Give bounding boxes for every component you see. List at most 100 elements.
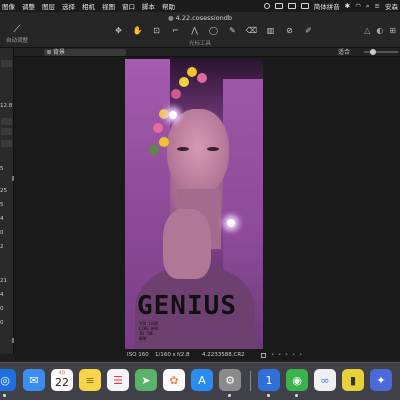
panel-value: 21 xyxy=(0,278,7,284)
dock: ◎ ✉ 4月 22 ≡ ☰ ➤ ✿ A ⚙ 1 ◉ ∞ ▮ ✦ xyxy=(0,362,400,400)
menu-adjust[interactable]: 调整 xyxy=(22,1,35,11)
layer-icon xyxy=(47,50,51,54)
annotate-tool-icon[interactable]: ✐ xyxy=(302,25,315,36)
battery-icon[interactable] xyxy=(287,3,296,9)
layer-select[interactable]: 背景 xyxy=(44,49,126,56)
photo-canvas[interactable]: GENIUS YOU LOOK LIKE WHO IN THE NOW xyxy=(125,59,263,349)
warning-icon[interactable]: △ xyxy=(364,26,370,35)
wechat-app-icon[interactable]: ◉ xyxy=(286,369,308,391)
panel-value: 0 xyxy=(0,306,4,312)
viewer-header: 背景 适合 xyxy=(14,48,400,57)
picker-tool-icon[interactable]: ⊘ xyxy=(283,25,296,36)
panel-value: 0 xyxy=(0,230,4,236)
image-viewer[interactable]: GENIUS YOU LOOK LIKE WHO IN THE NOW xyxy=(14,57,400,354)
feishu-icon[interactable]: ✦ xyxy=(370,369,392,391)
app-1-icon[interactable]: 1 xyxy=(258,369,280,391)
calendar-icon[interactable]: 4月 22 xyxy=(51,369,73,391)
panel-value: 5 xyxy=(0,202,4,208)
panel-value: 2 xyxy=(0,244,4,250)
crop-tool-icon[interactable]: ⊡ xyxy=(150,25,163,36)
mail-icon[interactable]: ✉ xyxy=(23,369,45,391)
keystone-tool-icon[interactable]: ⋀ xyxy=(188,25,201,36)
document-title: 4.22.cosessiondb xyxy=(175,14,233,22)
fit-label[interactable]: 适合 xyxy=(338,49,350,56)
photo-eye-left xyxy=(177,147,189,151)
eraser-tool-icon[interactable]: ⌫ xyxy=(245,25,258,36)
running-indicator xyxy=(295,394,298,397)
photo-light-flare xyxy=(227,219,235,227)
search-icon[interactable]: ⌕ xyxy=(366,2,370,11)
left-tool-panel: 12.8 5 25 5 4 0 2 21 4 0 0 xyxy=(0,48,14,354)
maps-icon[interactable]: ➤ xyxy=(135,369,157,391)
notes-icon[interactable]: ≡ xyxy=(79,369,101,391)
photo-flower xyxy=(159,137,169,147)
spot-removal-icon[interactable]: ◯ xyxy=(207,25,220,36)
move-tool-icon[interactable]: ✥ xyxy=(112,25,125,36)
menu-help[interactable]: 帮助 xyxy=(162,1,175,11)
document-edited-icon: ● xyxy=(167,14,174,22)
panel-field[interactable] xyxy=(1,128,12,135)
app-store-icon[interactable]: A xyxy=(191,369,213,391)
panel-value: 0 xyxy=(0,320,4,326)
safari-icon[interactable]: ◎ xyxy=(0,369,16,391)
gradient-tool-icon[interactable]: ▥ xyxy=(264,25,277,36)
brush-tool-icon[interactable]: ✎ xyxy=(226,25,239,36)
panel-value: 4 xyxy=(0,216,4,222)
photo-flower xyxy=(197,73,207,83)
user-name[interactable]: 安森 xyxy=(385,1,398,11)
control-center-icon[interactable]: ≡ xyxy=(375,2,380,10)
photo-eye-right xyxy=(207,147,219,151)
aperture-value: f/2.8 xyxy=(177,352,190,358)
menu-window[interactable]: 窗口 xyxy=(122,1,135,11)
wifi-icon[interactable]: ◠ xyxy=(355,2,361,10)
photo-headline-text: GENIUS xyxy=(137,291,237,321)
toolbar-right-icons: △ ◐ ⊞ xyxy=(364,26,396,35)
grid-icon[interactable]: ⊞ xyxy=(389,26,396,35)
zoom-slider[interactable] xyxy=(364,49,398,55)
wechat-icon[interactable] xyxy=(274,3,283,9)
rating-dots[interactable]: • • • • • xyxy=(271,352,303,358)
panel-field[interactable] xyxy=(1,60,12,67)
reminders-icon[interactable]: ☰ xyxy=(107,369,129,391)
running-indicator xyxy=(267,394,270,397)
menu-script[interactable]: 脚本 xyxy=(142,1,155,11)
menu-select[interactable]: 选择 xyxy=(62,1,75,11)
tools-label: 光标工具 xyxy=(188,41,211,47)
input-method-icon[interactable] xyxy=(300,3,309,9)
photo-small-text: YOU LOOK LIKE WHO IN THE NOW xyxy=(139,321,158,341)
photo-flower xyxy=(159,109,169,119)
pan-tool-icon[interactable]: ✋ xyxy=(131,25,144,36)
status-bar: ISO 160 1/160 s f/2.8 4.2233588.CR2 • • … xyxy=(14,351,400,360)
photo-small-line: NOW xyxy=(139,336,147,341)
system-preferences-icon[interactable]: ⚙ xyxy=(219,369,241,391)
menu-status-area: 简体拼音 ✱ ◠ ⌕ ≡ 安森 xyxy=(263,0,398,12)
photo-flower xyxy=(149,145,159,155)
input-method-label[interactable]: 简体拼音 xyxy=(314,1,340,11)
status-circle-icon[interactable] xyxy=(263,3,270,9)
document-title-bar: ● 4.22.cosessiondb xyxy=(0,14,400,22)
calendar-month: 4月 xyxy=(58,370,66,375)
baidu-netdisk-icon[interactable]: ∞ xyxy=(314,369,336,391)
photo-flower xyxy=(179,77,189,87)
photo-flower xyxy=(187,67,197,77)
photo-hand xyxy=(163,209,211,279)
photos-icon[interactable]: ✿ xyxy=(163,369,185,391)
zoom-slider-knob[interactable] xyxy=(370,49,376,55)
cursor-tools: ✥ ✋ ⊡ ⌐ ⋀ ◯ ✎ ⌫ ▥ ⊘ ✐ xyxy=(112,25,315,36)
view-mode-icon[interactable] xyxy=(261,353,266,358)
panel-value: 5 xyxy=(0,166,4,172)
menu-view[interactable]: 视图 xyxy=(102,1,115,11)
straighten-tool-icon[interactable]: ⌐ xyxy=(169,25,182,36)
filename: 4.2233588.CR2 xyxy=(202,352,245,358)
compare-icon[interactable]: ◐ xyxy=(376,26,383,35)
capture-app-icon[interactable]: ▮ xyxy=(342,369,364,391)
magic-wand-icon: ⟋ xyxy=(13,24,21,35)
menu-bar: 图像 调整 图层 选择 相机 视图 窗口 脚本 帮助 简体拼音 ✱ ◠ ⌕ ≡ … xyxy=(0,0,400,12)
panel-field[interactable] xyxy=(1,118,12,125)
menu-image[interactable]: 图像 xyxy=(2,1,15,11)
shutter-value: 1/160 s xyxy=(155,352,176,358)
menu-layer[interactable]: 图层 xyxy=(42,1,55,11)
panel-field[interactable] xyxy=(1,140,12,147)
menu-camera[interactable]: 相机 xyxy=(82,1,95,11)
bluetooth-icon[interactable]: ✱ xyxy=(345,2,350,10)
